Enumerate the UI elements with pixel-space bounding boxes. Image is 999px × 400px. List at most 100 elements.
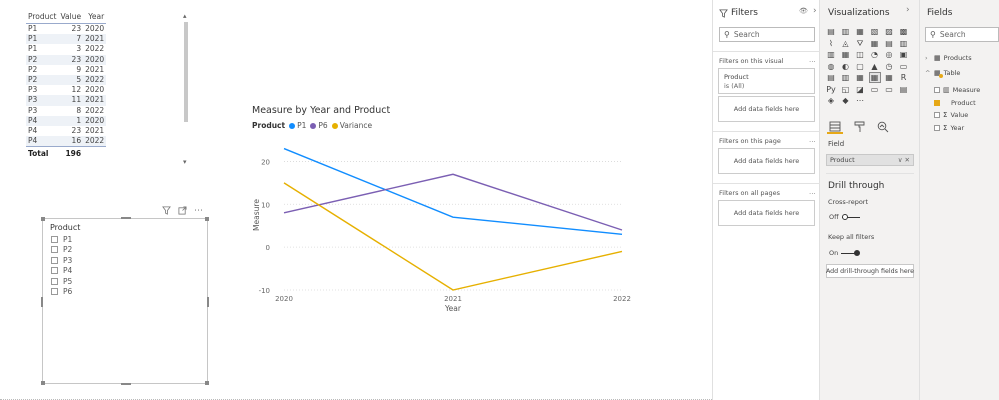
- add-data-fields-visual[interactable]: Add data fields here: [718, 96, 815, 122]
- line-chart-visual[interactable]: Measure by Year and Product Product P1 P6…: [250, 100, 640, 320]
- visual-type-icon[interactable]: ▨: [884, 27, 894, 36]
- visual-type-icon[interactable]: Py: [826, 85, 836, 94]
- checkbox[interactable]: [934, 124, 940, 131]
- product-slicer[interactable]: ⋯ Product P1 P2 P3 P4 P5 P6: [41, 206, 209, 385]
- visual-type-icon[interactable]: ⌇: [826, 39, 836, 48]
- slicer-item[interactable]: P4: [51, 266, 72, 277]
- visual-type-icon[interactable]: ▦: [884, 73, 894, 82]
- series-line-variance[interactable]: [283, 182, 623, 291]
- visual-type-icon[interactable]: ▩: [899, 27, 909, 36]
- add-data-fields-all-pages[interactable]: Add data fields here: [718, 200, 815, 226]
- chevron-down-icon[interactable]: ∨: [898, 156, 903, 164]
- visual-type-icon[interactable]: ▧: [870, 27, 880, 36]
- slicer-item[interactable]: P3: [51, 255, 72, 266]
- visual-type-icon[interactable]: ◆: [841, 96, 851, 105]
- visual-type-icon[interactable]: ▭: [899, 62, 909, 71]
- resize-handle-bottom[interactable]: [121, 383, 131, 385]
- visual-type-icon[interactable]: ▲: [870, 62, 880, 71]
- column-header-product[interactable]: Product: [26, 10, 59, 24]
- resize-handle-top[interactable]: [121, 217, 131, 219]
- more-options-icon[interactable]: ...: [809, 136, 816, 144]
- visual-type-icon[interactable]: ▭: [884, 85, 894, 94]
- visual-type-icon[interactable]: ⛛: [855, 39, 865, 48]
- visual-type-icon[interactable]: ◐: [841, 62, 851, 71]
- table-row[interactable]: P1 7 2021: [26, 34, 107, 45]
- table-row[interactable]: P3 12 2020: [26, 85, 107, 96]
- visual-type-icon[interactable]: ▤: [826, 27, 836, 36]
- report-canvas[interactable]: Product Value Year P1 23 2020 P1 7 2021 P1 3 202…: [0, 0, 712, 400]
- visual-type-icon[interactable]: ◫: [855, 50, 865, 59]
- visual-type-icon[interactable]: ▥: [841, 27, 851, 36]
- visual-type-icon[interactable]: ▣: [899, 50, 909, 59]
- visual-type-icon[interactable]: ▦: [868, 72, 881, 83]
- table-row[interactable]: P1 23 2020: [26, 23, 107, 35]
- keep-filters-toggle[interactable]: On: [829, 249, 861, 257]
- visual-type-icon[interactable]: ▤: [826, 73, 836, 82]
- visual-type-icon[interactable]: ▥: [899, 39, 909, 48]
- table-node-table[interactable]: ^ ▦ Table: [925, 69, 960, 78]
- resize-handle-corner[interactable]: [41, 217, 45, 221]
- visual-type-icon[interactable]: ▦: [855, 73, 865, 82]
- table-row[interactable]: P4 23 2021: [26, 126, 107, 137]
- checkbox[interactable]: [51, 277, 58, 285]
- visual-type-icon[interactable]: ◬: [841, 39, 851, 48]
- table-row[interactable]: P3 11 2021: [26, 95, 107, 106]
- resize-handle-corner[interactable]: [205, 217, 209, 221]
- checkbox[interactable]: [934, 99, 940, 106]
- table-visual[interactable]: Product Value Year P1 23 2020 P1 7 2021 P1 3 202…: [26, 10, 190, 176]
- eye-icon[interactable]: 👁: [799, 7, 808, 15]
- resize-handle-left[interactable]: [41, 297, 43, 307]
- checkbox[interactable]: [51, 256, 58, 264]
- more-options-icon[interactable]: ⋯: [194, 206, 203, 218]
- field-item[interactable]: Σ Year: [934, 124, 964, 132]
- scroll-up-icon[interactable]: ▴: [183, 12, 187, 20]
- focus-mode-icon[interactable]: [178, 206, 187, 218]
- visual-type-icon[interactable]: ▤: [884, 39, 894, 48]
- column-header-value[interactable]: Value: [58, 10, 84, 24]
- visual-type-icon[interactable]: R: [899, 73, 909, 82]
- more-options-icon[interactable]: ...: [809, 56, 816, 64]
- table-row[interactable]: P2 9 2021: [26, 64, 107, 76]
- visual-type-icon[interactable]: ▥: [841, 73, 851, 82]
- analytics-icon[interactable]: [875, 120, 891, 134]
- field-item[interactable]: ▥ Measure: [934, 86, 980, 94]
- visual-type-icon[interactable]: ⋯: [855, 96, 865, 105]
- table-row[interactable]: P1 3 2022: [26, 44, 107, 55]
- checkbox[interactable]: [51, 246, 58, 254]
- table-scrollbar[interactable]: ▴ ▾: [183, 12, 189, 168]
- chevron-right-icon[interactable]: ›: [925, 54, 931, 62]
- visual-type-icon[interactable]: ▤: [899, 85, 909, 94]
- scroll-down-icon[interactable]: ▾: [183, 158, 187, 166]
- table-row[interactable]: P2 23 2020: [26, 54, 107, 65]
- format-paint-icon[interactable]: [851, 120, 867, 134]
- visual-type-icon[interactable]: ◔: [870, 50, 880, 59]
- visual-type-icon[interactable]: ▦: [870, 39, 880, 48]
- visual-type-icon[interactable]: ▭: [870, 85, 880, 94]
- table-row[interactable]: P4 1 2020: [26, 115, 107, 127]
- close-icon[interactable]: ✕: [905, 156, 910, 164]
- resize-handle-right[interactable]: [207, 297, 209, 307]
- table-row[interactable]: P3 8 2022: [26, 105, 107, 116]
- slicer-item[interactable]: P6: [51, 287, 72, 298]
- field-item[interactable]: Product: [934, 99, 976, 107]
- resize-handle-corner[interactable]: [41, 381, 45, 385]
- more-options-icon[interactable]: ...: [809, 188, 816, 196]
- filters-search-input[interactable]: ⚲ Search: [719, 27, 815, 42]
- table-row[interactable]: P2 5 2022: [26, 75, 107, 86]
- add-data-fields-page[interactable]: Add data fields here: [718, 148, 815, 174]
- field-well-product[interactable]: Product ∨ ✕: [826, 154, 914, 166]
- chevron-down-icon[interactable]: ^: [925, 69, 931, 77]
- scrollbar-thumb[interactable]: [184, 22, 188, 122]
- visual-type-icon[interactable]: ▦: [841, 50, 851, 59]
- visual-type-icon[interactable]: ◈: [826, 96, 836, 105]
- chevron-right-icon[interactable]: ›: [906, 5, 910, 15]
- field-item[interactable]: Σ Value: [934, 111, 968, 119]
- visual-type-icon[interactable]: ◎: [884, 50, 894, 59]
- checkbox[interactable]: [51, 235, 58, 243]
- visual-type-icon[interactable]: ◍: [826, 62, 836, 71]
- add-drill-through-fields[interactable]: Add drill-through fields here: [826, 264, 914, 278]
- visual-type-icon[interactable]: ▢: [855, 62, 865, 71]
- slicer-item[interactable]: P1: [51, 234, 72, 245]
- slicer-item[interactable]: P2: [51, 245, 72, 256]
- cross-report-toggle[interactable]: Off: [829, 213, 860, 221]
